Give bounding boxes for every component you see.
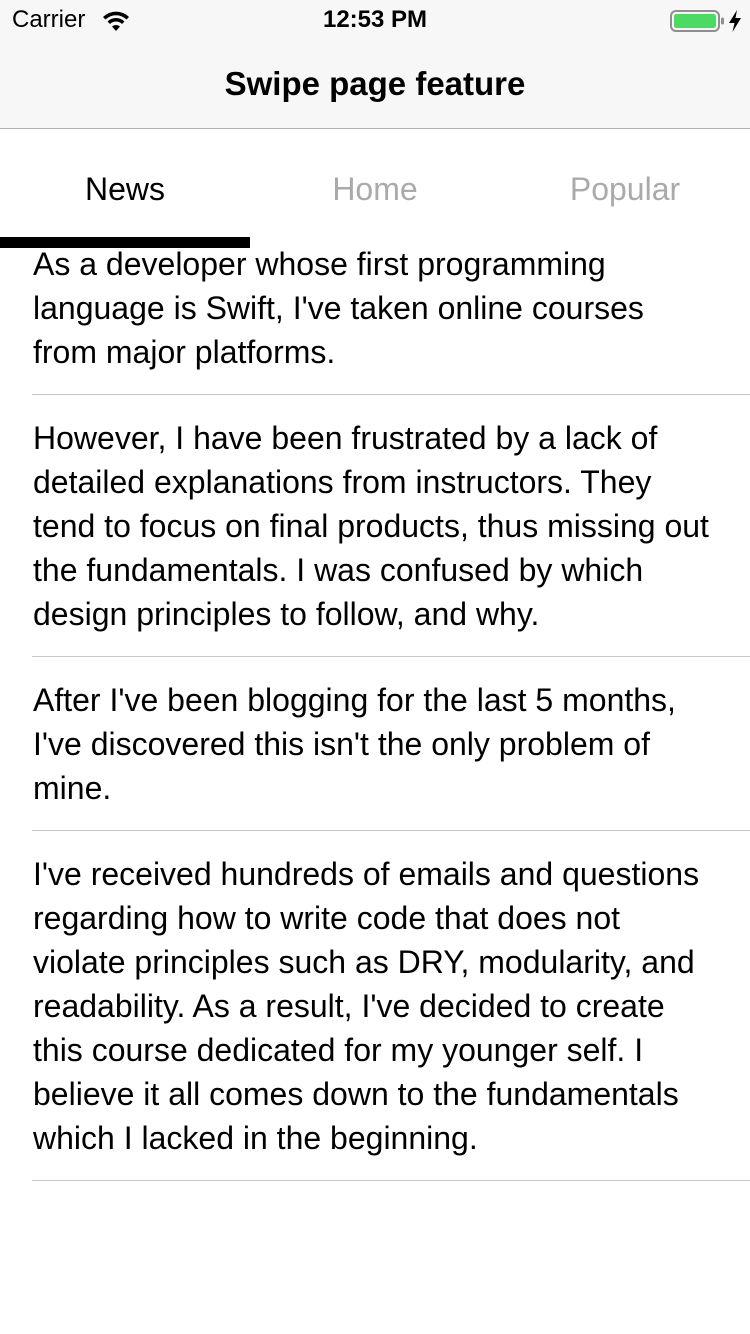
charging-bolt-icon: [729, 10, 741, 32]
list-item[interactable]: However, I have been frustrated by a lac…: [0, 395, 750, 656]
list-item[interactable]: After I've been blogging for the last 5 …: [0, 657, 750, 830]
tab-bar: News Home Popular: [0, 129, 750, 248]
content-list[interactable]: As a developer whose first programming l…: [0, 241, 750, 1181]
list-item-text: As a developer whose first programming l…: [33, 246, 644, 370]
tab-home[interactable]: Home: [250, 129, 500, 241]
list-item[interactable]: As a developer whose first programming l…: [0, 241, 750, 394]
tab-popular[interactable]: Popular: [500, 129, 750, 241]
list-item-text: I've received hundreds of emails and que…: [33, 856, 700, 1156]
page-title: Swipe page feature: [224, 65, 526, 102]
list-item-text: However, I have been frustrated by a lac…: [33, 420, 709, 632]
status-bar: Carrier 12:53 PM: [0, 0, 750, 40]
list-item-text: After I've been blogging for the last 5 …: [33, 682, 676, 806]
status-time: 12:53 PM: [322, 6, 428, 33]
list-item[interactable]: I've received hundreds of emails and que…: [0, 831, 750, 1180]
row-separator: [32, 1180, 750, 1181]
battery-icon: [670, 10, 724, 32]
tab-news[interactable]: News: [0, 129, 250, 241]
navigation-bar: Swipe page feature: [0, 40, 750, 129]
app-screen: Carrier 12:53 PM Swipe page feature News…: [0, 0, 750, 1334]
